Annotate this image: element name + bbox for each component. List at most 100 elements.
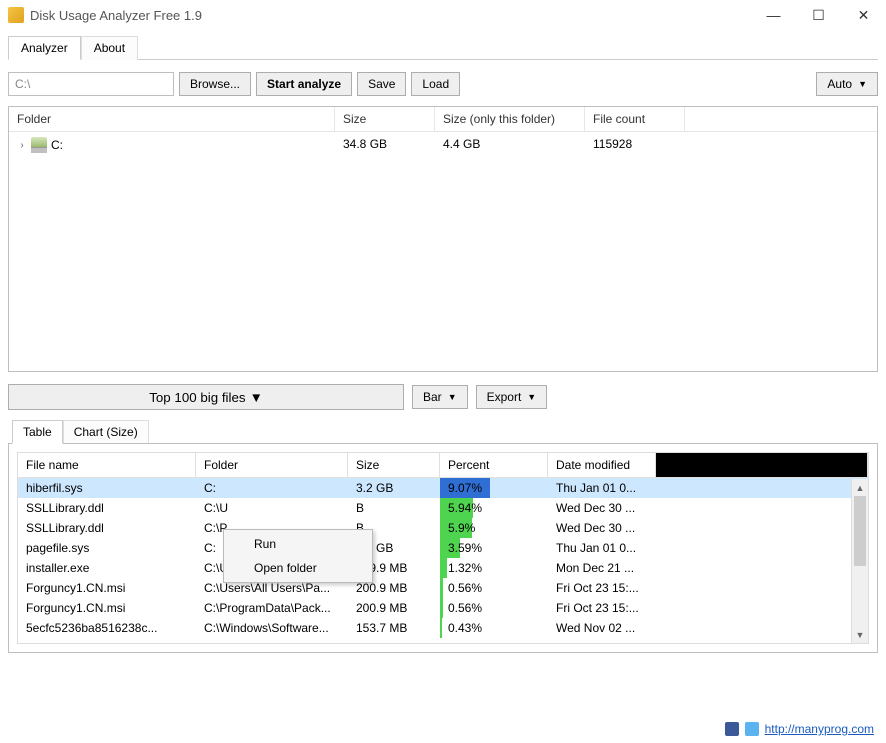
file-folder: C:\Windows\Software... [196, 618, 348, 638]
file-folder: C:\U [196, 498, 348, 518]
chevron-down-icon: ▼ [250, 390, 263, 405]
files-header-name[interactable]: File name [18, 453, 196, 477]
file-size: 200.9 MB [348, 598, 440, 618]
titlebar: Disk Usage Analyzer Free 1.9 — ☐ ✕ [0, 0, 886, 30]
files-panel: File name Folder Size Percent Date modif… [8, 443, 878, 653]
file-row[interactable]: 5ecfc5236ba8516238c...C:\Windows\Softwar… [18, 618, 868, 638]
minimize-button[interactable]: — [751, 0, 796, 30]
file-folder: C:\ProgramData\Pack... [196, 598, 348, 618]
file-row[interactable]: Forguncy1.CN.msiC:\Users\All Users\Pa...… [18, 578, 868, 598]
file-date: Wed Nov 02 ... [548, 618, 656, 638]
file-row[interactable]: Forguncy1.CN.msiC:\ProgramData\Pack...20… [18, 598, 868, 618]
file-date: Fri Oct 23 15:... [548, 598, 656, 618]
file-date: Fri Oct 23 15:... [548, 578, 656, 598]
window-controls: — ☐ ✕ [751, 0, 886, 30]
file-row[interactable]: hiberfil.sysC:3.2 GB9.07%Thu Jan 01 0... [18, 478, 868, 498]
file-name: SSLLibrary.ddl [18, 518, 196, 538]
files-header-date[interactable]: Date modified [548, 453, 656, 477]
file-date: Wed Dec 30 ... [548, 498, 656, 518]
file-size: 3.2 GB [348, 478, 440, 498]
twitter-icon[interactable] [745, 722, 759, 736]
tab-table[interactable]: Table [12, 420, 63, 444]
chevron-down-icon: ▼ [858, 79, 867, 89]
file-folder: C: [196, 478, 348, 498]
files-header-folder[interactable]: Folder [196, 453, 348, 477]
file-size: B [348, 498, 440, 518]
facebook-icon[interactable] [725, 722, 739, 736]
tree-folder-name: C: [51, 138, 63, 152]
main-tabs: Analyzer About [0, 30, 886, 60]
scroll-thumb[interactable] [854, 496, 866, 566]
file-name: Forguncy1.CN.msi [18, 598, 196, 618]
vertical-scrollbar[interactable]: ▲ ▼ [851, 479, 868, 643]
file-percent: 0.56% [440, 598, 548, 618]
file-date: Thu Jan 01 0... [548, 538, 656, 558]
close-button[interactable]: ✕ [841, 0, 886, 30]
file-size: 153.7 MB [348, 618, 440, 638]
folder-tree-panel: Folder Size Size (only this folder) File… [8, 106, 878, 372]
file-name: 5ecfc5236ba8516238c... [18, 618, 196, 638]
file-percent: 1.32% [440, 558, 548, 578]
load-button[interactable]: Load [411, 72, 460, 96]
export-dropdown[interactable]: Export▼ [476, 385, 548, 409]
auto-dropdown[interactable]: Auto▼ [816, 72, 878, 96]
view-tabs: Table Chart (Size) [8, 420, 878, 444]
tree-header-sizeonly[interactable]: Size (only this folder) [435, 107, 585, 131]
tab-about[interactable]: About [81, 36, 138, 60]
file-percent: 0.43% [440, 618, 548, 638]
maximize-button[interactable]: ☐ [796, 0, 841, 30]
context-open-folder[interactable]: Open folder [226, 556, 370, 580]
tab-chart[interactable]: Chart (Size) [63, 420, 149, 444]
tree-count: 115928 [585, 134, 685, 156]
context-run[interactable]: Run [226, 532, 370, 556]
drive-icon [31, 137, 47, 153]
file-name: pagefile.sys [18, 538, 196, 558]
browse-button[interactable]: Browse... [179, 72, 251, 96]
tree-header-count[interactable]: File count [585, 107, 685, 131]
tree-header-size[interactable]: Size [335, 107, 435, 131]
chevron-down-icon: ▼ [448, 392, 457, 402]
app-icon [8, 7, 24, 23]
file-percent: 0.56% [440, 578, 548, 598]
toolbar: Browse... Start analyze Save Load Auto▼ [8, 72, 878, 96]
files-header-size[interactable]: Size [348, 453, 440, 477]
tree-sizeonly: 4.4 GB [435, 134, 585, 156]
file-row[interactable]: installer.exeC:\Users\pc\AppData\...469.… [18, 558, 868, 578]
path-input[interactable] [8, 72, 174, 96]
file-date: Mon Dec 21 ... [548, 558, 656, 578]
context-menu: Run Open folder [223, 529, 373, 583]
scroll-up-icon[interactable]: ▲ [852, 479, 868, 496]
tab-analyzer[interactable]: Analyzer [8, 36, 81, 60]
file-name: Forguncy1.CN.msi [18, 578, 196, 598]
file-list[interactable]: hiberfil.sysC:3.2 GB9.07%Thu Jan 01 0...… [18, 478, 868, 642]
file-percent: 5.9% [440, 518, 548, 538]
window-title: Disk Usage Analyzer Free 1.9 [30, 8, 202, 23]
tree-header-folder[interactable]: Folder [9, 107, 335, 131]
file-name: installer.exe [18, 558, 196, 578]
bar-dropdown[interactable]: Bar▼ [412, 385, 468, 409]
file-name: SSLLibrary.ddl [18, 498, 196, 518]
files-header-percent[interactable]: Percent [440, 453, 548, 477]
start-analyze-button[interactable]: Start analyze [256, 72, 352, 96]
file-percent: 9.07% [440, 478, 548, 498]
file-percent: 3.59% [440, 538, 548, 558]
save-button[interactable]: Save [357, 72, 406, 96]
mid-toolbar: Top 100 big files▼ Bar▼ Export▼ [8, 384, 878, 410]
tree-size: 34.8 GB [335, 134, 435, 156]
files-header-blank [656, 453, 868, 477]
file-row[interactable]: SSLLibrary.ddlC:\PB5.9%Wed Dec 30 ... [18, 518, 868, 538]
file-row[interactable]: pagefile.sysC:1.2 GB3.59%Thu Jan 01 0... [18, 538, 868, 558]
statusbar: http://manyprog.com [0, 715, 886, 743]
file-name: hiberfil.sys [18, 478, 196, 498]
file-percent: 5.94% [440, 498, 548, 518]
expand-icon[interactable]: › [17, 140, 27, 151]
file-date: Wed Dec 30 ... [548, 518, 656, 538]
tree-row[interactable]: › C: 34.8 GB 4.4 GB 115928 [9, 132, 877, 158]
top100-dropdown[interactable]: Top 100 big files▼ [8, 384, 404, 410]
file-date: Thu Jan 01 0... [548, 478, 656, 498]
scroll-down-icon[interactable]: ▼ [852, 626, 868, 643]
tree-header: Folder Size Size (only this folder) File… [9, 107, 877, 132]
file-row[interactable]: SSLLibrary.ddlC:\UB5.94%Wed Dec 30 ... [18, 498, 868, 518]
files-header: File name Folder Size Percent Date modif… [18, 453, 868, 478]
homepage-link[interactable]: http://manyprog.com [765, 722, 874, 736]
